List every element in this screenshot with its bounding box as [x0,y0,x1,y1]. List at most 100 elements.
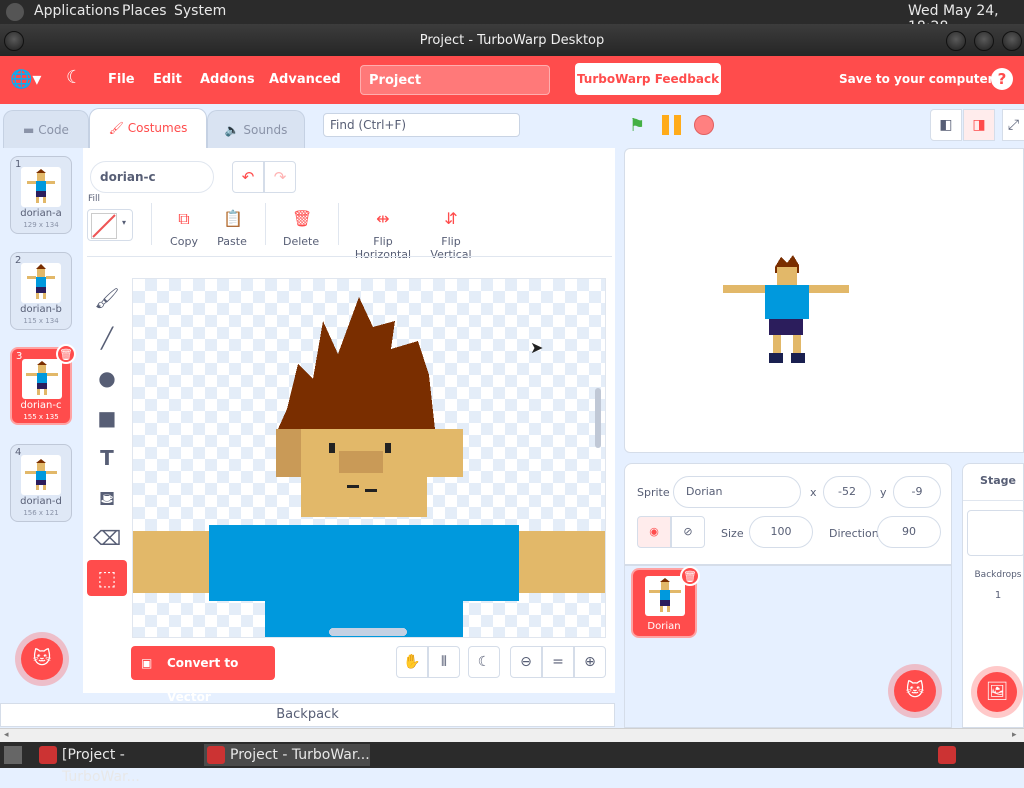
stop-button[interactable] [694,115,714,135]
window-menu-button[interactable] [4,31,24,51]
sprite-name: Dorian [647,621,681,632]
paint-canvas[interactable] [132,278,606,638]
choose-backdrop-button[interactable]: 🖼 [977,672,1017,712]
scroll-right-icon[interactable]: ▸ [1012,730,1017,740]
toolbar-divider [338,203,339,245]
distro-logo-icon[interactable] [6,3,24,21]
canvas-drag-button[interactable]: ✋ [396,646,428,678]
eraser-tool[interactable]: ⌫ [87,520,127,556]
sprite-thumbnail [645,576,685,616]
choose-costume-button[interactable]: 🐱 [21,638,63,680]
undo-button[interactable]: ↶ [232,161,264,193]
y-label: y [880,486,887,499]
costume-thumbnail [22,359,62,399]
menu-places[interactable]: Places [122,3,167,19]
size-label: Size [721,527,744,540]
tab-sounds[interactable]: 🔈 Sounds [207,110,305,148]
pause-button[interactable] [662,115,684,135]
menu-addons[interactable]: Addons [200,72,255,87]
delete-costume-button[interactable]: 🗑 [56,344,76,364]
small-stage-button[interactable]: ◧ [930,109,962,141]
cat-plus-icon: 🐱 [32,648,52,669]
flip-horizontal-icon: ⇹ [376,209,390,228]
rectangle-tool[interactable]: ■ [87,400,127,436]
fill-color-picker[interactable]: ▾ [87,209,133,241]
costume-item-2[interactable]: 2 dorian-b 115 x 134 [10,252,72,330]
turbowarp-app-icon [39,746,57,764]
show-desktop-icon[interactable] [4,746,22,764]
hide-sprite-button[interactable]: ⊘ [671,516,705,548]
costume-item-4[interactable]: 4 dorian-d 156 x 121 [10,444,72,522]
select-tool[interactable]: ⬚ [87,560,127,596]
x-position-input[interactable]: -52 [823,476,871,508]
costume-thumbnail [21,455,61,495]
pixel-snap-button[interactable]: ⦀ [428,646,460,678]
flip-vertical-label: Flip Vertical [430,235,472,261]
menu-system[interactable]: System [174,3,226,19]
scroll-left-icon[interactable]: ◂ [4,730,9,740]
zoom-out-button[interactable]: ⊖ [510,646,542,678]
costume-thumbnail [21,263,61,303]
flip-horizontal-button[interactable]: ⇹ Flip Horizontal [349,209,417,261]
large-stage-button[interactable]: ◨ [963,109,995,141]
pause-icon [662,115,669,135]
close-window-button[interactable] [1002,31,1022,51]
horizontal-scrollbar[interactable]: ◂ ▸ [0,728,1024,742]
menu-advanced[interactable]: Advanced [269,72,341,87]
text-tool[interactable]: T [87,440,127,476]
choose-sprite-button[interactable]: 🐱 [894,670,936,712]
toolbar-separator [87,256,612,257]
show-sprite-button[interactable]: ◉ [637,516,671,548]
help-button[interactable]: ? [991,68,1013,90]
save-to-computer-button[interactable]: Save to your computer [839,72,994,86]
maximize-button[interactable] [974,31,994,51]
tray-turbowarp-icon[interactable] [938,746,956,764]
zoom-reset-button[interactable]: = [542,646,574,678]
costume-name: dorian-d [20,496,62,507]
size-input[interactable]: 100 [749,516,813,548]
convert-to-vector-button[interactable]: ▣ Convert to Vector [131,646,275,704]
fill-tool[interactable]: ⛾ [87,480,127,516]
flip-vertical-button[interactable]: ⇵ Flip Vertical [423,209,479,261]
small-stage-icon: ◧ [939,117,953,133]
stage-canvas[interactable] [624,148,1024,453]
canvas-scrollbar[interactable] [595,388,601,448]
direction-label: Direction [829,527,879,540]
redo-button[interactable]: ↷ [264,161,296,193]
y-position-input[interactable]: -9 [893,476,941,508]
grid-lines-icon: ⦀ [440,654,448,670]
green-flag-button[interactable]: ⚑ [629,115,651,136]
tab-code[interactable]: ▬ Code [3,110,89,148]
sprite-name-input[interactable]: Dorian [673,476,801,508]
fullscreen-button[interactable]: ⤢ [1002,109,1024,141]
minimize-button[interactable] [946,31,966,51]
feedback-button[interactable]: TurboWarp Feedback [575,63,721,95]
language-globe-icon[interactable]: 🌐▾ [10,69,41,90]
copy-button[interactable]: ⧉ Copy [170,209,198,248]
backpack-header[interactable]: Backpack [0,703,615,727]
paste-button[interactable]: 📋 Paste [216,209,248,248]
theme-moon-icon[interactable]: ☾ [66,67,82,88]
direction-input[interactable]: 90 [877,516,941,548]
circle-tool[interactable]: ● [87,360,127,396]
cat-plus-icon: 🐱 [905,680,925,701]
line-tool[interactable]: ╱ [87,320,127,356]
delete-button[interactable]: 🗑 Delete [283,209,319,248]
costume-item-1[interactable]: 1 dorian-a 129 x 134 [10,156,72,234]
brush-tool[interactable]: 🖌 [87,280,127,316]
zoom-in-button[interactable]: ⊕ [574,646,606,678]
find-input[interactable]: Find (Ctrl+F) [323,113,520,137]
menu-edit[interactable]: Edit [153,72,182,87]
menu-file[interactable]: File [108,72,135,87]
costume-name-input[interactable]: dorian-c [90,161,214,193]
tab-costumes[interactable]: 🖌 Costumes [89,108,207,150]
menu-applications[interactable]: Applications [34,3,120,19]
tab-code-label: Code [38,123,69,137]
project-title-input[interactable]: Project [360,65,550,95]
taskbar-item-2[interactable]: Project - TurboWar... [204,744,370,766]
taskbar-item-1[interactable]: [Project - TurboWar... [36,744,202,785]
delete-sprite-button[interactable]: 🗑 [680,566,700,586]
canvas-theme-button[interactable]: ☾ [468,646,500,678]
backpack-label: Backpack [276,707,339,722]
sprite-dorian-on-stage [723,255,849,363]
